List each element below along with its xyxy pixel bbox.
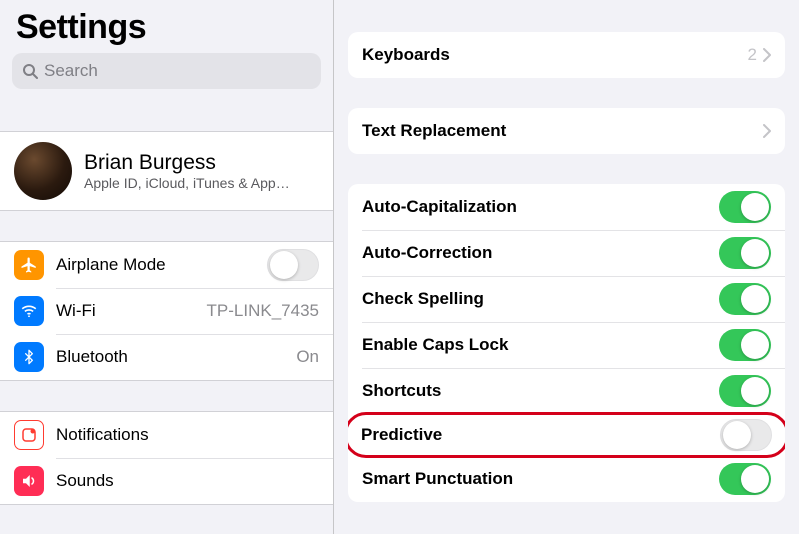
settings-sidebar: Settings Brian Burgess Apple ID, iCloud,… bbox=[0, 0, 334, 534]
auto-capitalization-row[interactable]: Auto-Capitalization bbox=[348, 184, 785, 230]
wifi-label: Wi-Fi bbox=[56, 301, 207, 321]
bluetooth-icon bbox=[14, 342, 44, 372]
search-input[interactable] bbox=[44, 61, 311, 81]
airplane-icon bbox=[14, 250, 44, 280]
auto-correction-row[interactable]: Auto-Correction bbox=[348, 230, 785, 276]
page-title: Settings bbox=[0, 0, 333, 53]
check-spelling-row[interactable]: Check Spelling bbox=[348, 276, 785, 322]
text-replacement-row[interactable]: Text Replacement bbox=[348, 108, 785, 154]
shortcuts-row[interactable]: Shortcuts bbox=[348, 368, 785, 414]
notifications-icon bbox=[14, 420, 44, 450]
notifications-row[interactable]: Notifications bbox=[0, 412, 333, 458]
auto-capitalization-label: Auto-Capitalization bbox=[362, 197, 719, 217]
smart-punctuation-toggle[interactable] bbox=[719, 463, 771, 495]
text-replacement-group: Text Replacement bbox=[348, 108, 785, 154]
keyboard-settings-detail: Keyboards 2 Text Replacement Auto-Capita… bbox=[334, 0, 799, 534]
sounds-row[interactable]: Sounds bbox=[0, 458, 333, 504]
avatar bbox=[14, 142, 72, 200]
chevron-right-icon bbox=[763, 48, 771, 62]
shortcuts-label: Shortcuts bbox=[362, 381, 719, 401]
keyboard-toggles-group: Auto-Capitalization Auto-Correction Chec… bbox=[348, 184, 785, 502]
profile-name: Brian Burgess bbox=[84, 151, 290, 175]
profile-group: Brian Burgess Apple ID, iCloud, iTunes &… bbox=[0, 131, 333, 211]
airplane-mode-row[interactable]: Airplane Mode bbox=[0, 242, 333, 288]
smart-punctuation-row[interactable]: Smart Punctuation bbox=[348, 456, 785, 502]
bluetooth-value: On bbox=[296, 347, 319, 367]
apple-id-row[interactable]: Brian Burgess Apple ID, iCloud, iTunes &… bbox=[0, 132, 333, 210]
keyboards-group: Keyboards 2 bbox=[348, 32, 785, 78]
enable-caps-lock-row[interactable]: Enable Caps Lock bbox=[348, 322, 785, 368]
predictive-label: Predictive bbox=[361, 425, 720, 445]
enable-caps-lock-label: Enable Caps Lock bbox=[362, 335, 719, 355]
wifi-icon bbox=[14, 296, 44, 326]
predictive-row[interactable]: Predictive bbox=[348, 412, 785, 458]
check-spelling-label: Check Spelling bbox=[362, 289, 719, 309]
wifi-value: TP-LINK_7435 bbox=[207, 301, 319, 321]
smart-punctuation-label: Smart Punctuation bbox=[362, 469, 719, 489]
shortcuts-toggle[interactable] bbox=[719, 375, 771, 407]
keyboards-label: Keyboards bbox=[362, 45, 748, 65]
sounds-label: Sounds bbox=[56, 471, 319, 491]
chevron-right-icon bbox=[763, 124, 771, 138]
more-group: Notifications Sounds bbox=[0, 411, 333, 505]
search-field[interactable] bbox=[12, 53, 321, 89]
notifications-label: Notifications bbox=[56, 425, 319, 445]
bluetooth-row[interactable]: Bluetooth On bbox=[0, 334, 333, 380]
predictive-toggle[interactable] bbox=[720, 419, 772, 451]
check-spelling-toggle[interactable] bbox=[719, 283, 771, 315]
search-wrap bbox=[0, 53, 333, 101]
profile-subtitle: Apple ID, iCloud, iTunes & App… bbox=[84, 175, 290, 191]
sounds-icon bbox=[14, 466, 44, 496]
airplane-label: Airplane Mode bbox=[56, 255, 267, 275]
airplane-toggle[interactable] bbox=[267, 249, 319, 281]
text-replacement-label: Text Replacement bbox=[362, 121, 763, 141]
auto-correction-label: Auto-Correction bbox=[362, 243, 719, 263]
auto-capitalization-toggle[interactable] bbox=[719, 191, 771, 223]
network-group: Airplane Mode Wi-Fi TP-LINK_7435 Bluetoo… bbox=[0, 241, 333, 381]
keyboards-row[interactable]: Keyboards 2 bbox=[348, 32, 785, 78]
auto-correction-toggle[interactable] bbox=[719, 237, 771, 269]
bluetooth-label: Bluetooth bbox=[56, 347, 296, 367]
keyboards-count: 2 bbox=[748, 45, 757, 65]
wifi-row[interactable]: Wi-Fi TP-LINK_7435 bbox=[0, 288, 333, 334]
search-icon bbox=[22, 63, 38, 79]
enable-caps-lock-toggle[interactable] bbox=[719, 329, 771, 361]
